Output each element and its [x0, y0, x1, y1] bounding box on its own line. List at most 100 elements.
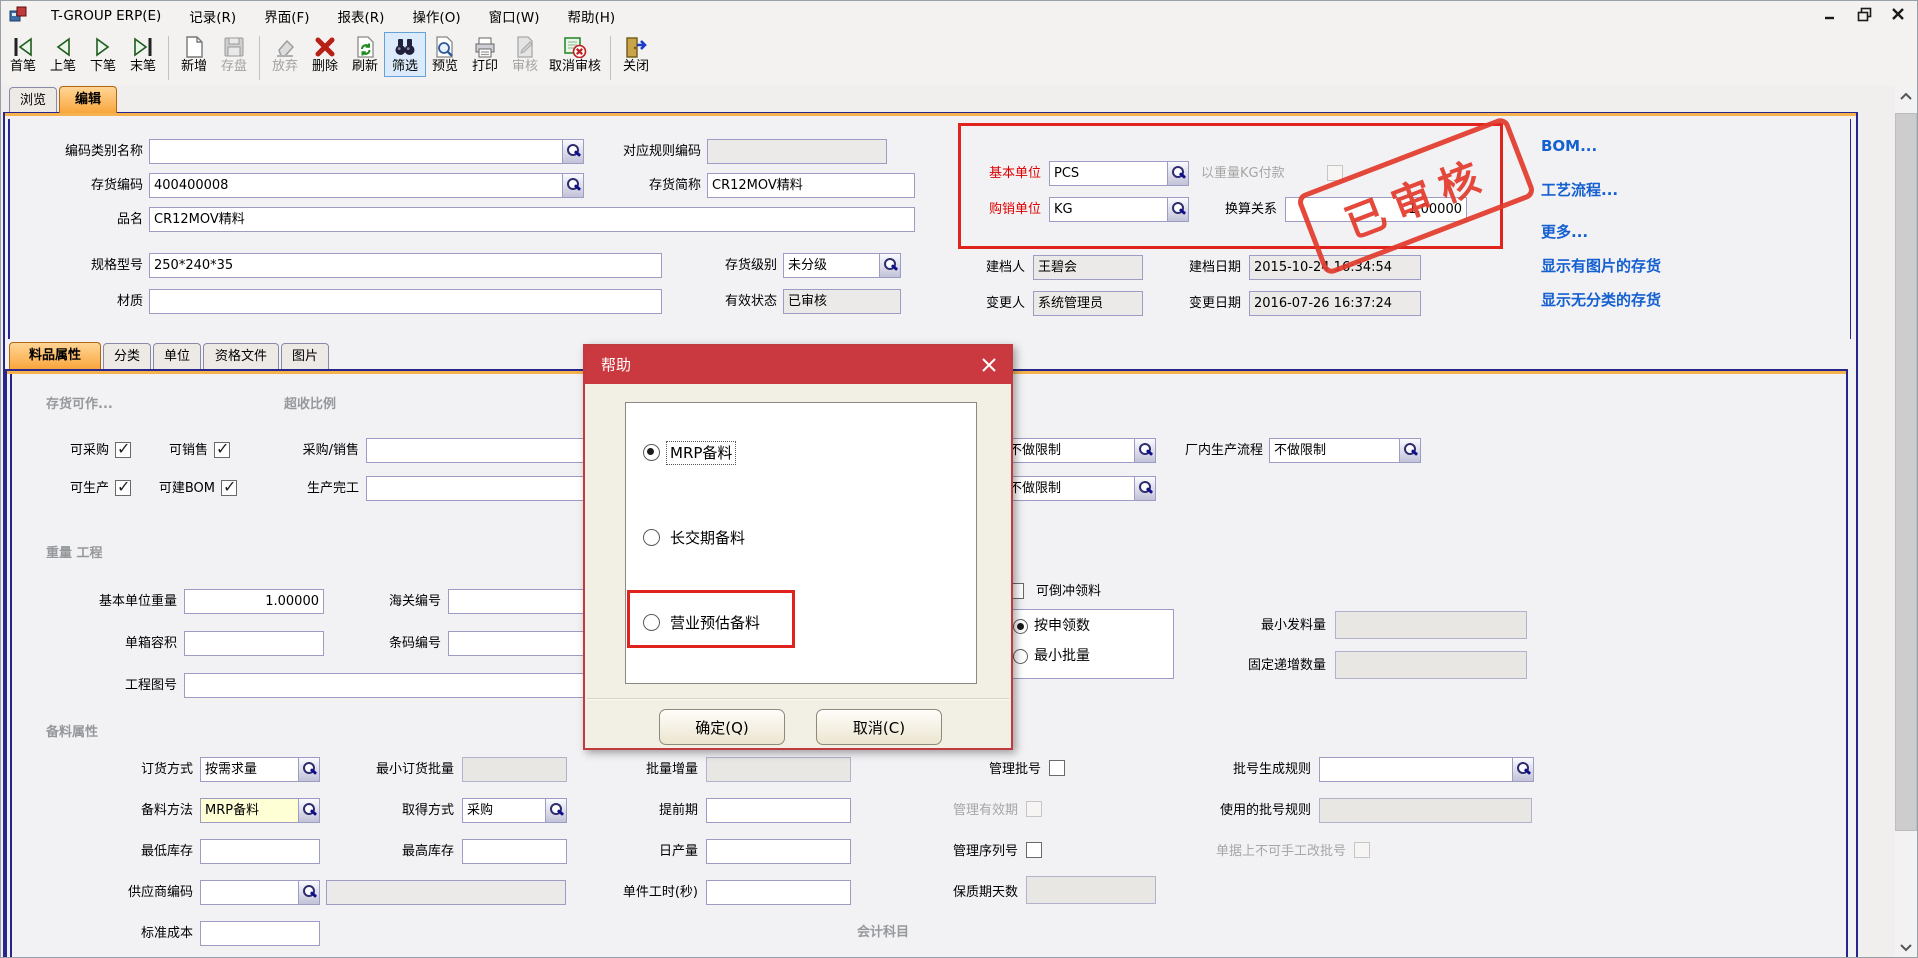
purchase-sale-ratio-field[interactable] — [366, 438, 586, 463]
mrp-prep-label[interactable]: MRP备料 — [667, 442, 735, 464]
prev-record-button[interactable]: 上笔 — [43, 33, 83, 76]
tab-qualification[interactable]: 资格文件 — [203, 343, 279, 370]
inv-level-field[interactable]: 未分级 — [783, 253, 901, 278]
lookup-icon[interactable] — [298, 881, 319, 904]
lead-time-field[interactable] — [706, 798, 851, 823]
lookup-icon[interactable] — [1399, 439, 1420, 462]
base-unit-field[interactable]: PCS — [1049, 161, 1189, 186]
buy-unit-field[interactable]: KG — [1049, 197, 1189, 222]
scrollbar-thumb[interactable] — [1895, 113, 1917, 831]
daily-output-field[interactable] — [706, 839, 851, 864]
close-form-button[interactable]: 关闭 — [616, 33, 656, 76]
close-window-icon[interactable] — [1885, 3, 1911, 25]
by-apply-qty-radio[interactable] — [1013, 619, 1028, 634]
can-sale-checkbox[interactable] — [214, 442, 230, 458]
tab-item-attributes[interactable]: 料品属性 — [9, 342, 101, 369]
cancel-button[interactable]: 取消(C) — [816, 709, 942, 745]
barcode-field[interactable] — [448, 631, 588, 656]
menu-item-window[interactable]: 窗口(W) — [475, 2, 554, 30]
can-purchase-checkbox[interactable] — [115, 442, 131, 458]
box-volume-field[interactable] — [184, 631, 324, 656]
base-weight-field[interactable]: 1.00000 — [184, 589, 324, 614]
print-button[interactable]: 打印 — [465, 33, 505, 76]
limit-field-2[interactable]: 不做限制 — [1004, 476, 1156, 501]
preview-icon — [433, 35, 457, 59]
factory-flow-field[interactable]: 不做限制 — [1269, 438, 1421, 463]
lookup-icon[interactable] — [298, 799, 319, 822]
batch-rule-field[interactable] — [1319, 757, 1534, 782]
minimize-icon[interactable] — [1817, 3, 1843, 25]
menu-app-title[interactable]: T-GROUP ERP(E) — [37, 4, 175, 28]
lookup-icon[interactable] — [1167, 162, 1188, 185]
menu-item-help[interactable]: 帮助(H) — [554, 2, 630, 30]
lookup-icon[interactable] — [879, 254, 900, 277]
refresh-button[interactable]: 刷新 — [345, 33, 385, 76]
first-record-button[interactable]: 首笔 — [3, 33, 43, 76]
filter-button[interactable]: 筛选 — [385, 33, 425, 76]
tab-image[interactable]: 图片 — [281, 343, 329, 370]
lookup-icon[interactable] — [1167, 198, 1188, 221]
manage-batch-checkbox[interactable] — [1049, 760, 1065, 776]
show-with-image-link[interactable]: 显示有图片的存货 — [1541, 255, 1661, 276]
craft-flow-link[interactable]: 工艺流程... — [1541, 179, 1618, 200]
menu-item-operation[interactable]: 操作(O) — [398, 2, 474, 30]
cancel-audit-button[interactable]: 取消审核 — [545, 33, 605, 76]
dialog-close-icon[interactable] — [977, 354, 1001, 376]
menu-item-report[interactable]: 报表(R) — [324, 2, 399, 30]
delete-button[interactable]: 删除 — [305, 33, 345, 76]
code-category-field[interactable] — [149, 139, 584, 164]
lookup-icon[interactable] — [562, 174, 583, 197]
drawing-no-field[interactable] — [184, 673, 584, 698]
menu-item-interface[interactable]: 界面(F) — [250, 2, 323, 30]
customs-code-field[interactable] — [448, 589, 588, 614]
can-produce-checkbox[interactable] — [115, 480, 131, 496]
next-record-button[interactable]: 下笔 — [83, 33, 123, 76]
scroll-up-icon[interactable] — [1895, 85, 1917, 107]
bom-link[interactable]: BOM... — [1541, 137, 1597, 155]
inv-abbr-field[interactable]: CR12MOV精料 — [707, 173, 915, 198]
tab-classification[interactable]: 分类 — [103, 343, 151, 370]
unit-time-field[interactable] — [706, 880, 851, 905]
preview-button[interactable]: 预览 — [425, 33, 465, 76]
tab-unit[interactable]: 单位 — [153, 343, 201, 370]
abandon-button[interactable]: 放弃 — [265, 33, 305, 76]
more-link[interactable]: 更多... — [1541, 221, 1588, 242]
material-field[interactable] — [149, 289, 662, 314]
lookup-icon[interactable] — [1134, 477, 1155, 500]
inv-code-field[interactable]: 400400008 — [149, 173, 584, 198]
last-record-button[interactable]: 末笔 — [123, 33, 163, 76]
menu-item-record[interactable]: 记录(R) — [175, 2, 250, 30]
show-unclassified-link[interactable]: 显示无分类的存货 — [1541, 289, 1661, 310]
max-stock-field[interactable] — [462, 839, 567, 864]
scroll-down-icon[interactable] — [1895, 937, 1917, 958]
supplier-code-field[interactable] — [200, 880, 320, 905]
lookup-icon[interactable] — [545, 799, 566, 822]
audit-button[interactable]: 审核 — [505, 33, 545, 76]
name-field[interactable]: CR12MOV精料 — [149, 207, 915, 232]
save-button[interactable]: 存盘 — [214, 33, 254, 76]
mrp-prep-radio[interactable] — [643, 444, 660, 461]
long-lead-prep-label[interactable]: 长交期备料 — [667, 527, 748, 549]
manage-serial-checkbox[interactable] — [1026, 842, 1042, 858]
restore-icon[interactable] — [1851, 3, 1877, 25]
can-bom-checkbox[interactable] — [221, 480, 237, 496]
lookup-icon[interactable] — [562, 140, 583, 163]
new-button[interactable]: 新增 — [174, 33, 214, 76]
tab-edit[interactable]: 编辑 — [59, 86, 117, 113]
min-batch-radio[interactable] — [1013, 649, 1028, 664]
min-stock-field[interactable] — [200, 839, 320, 864]
order-mode-field[interactable]: 按需求量 — [200, 757, 320, 782]
acquire-mode-field[interactable]: 采购 — [462, 798, 567, 823]
lookup-icon[interactable] — [298, 758, 319, 781]
tab-browse[interactable]: 浏览 — [9, 87, 57, 114]
limit-field-1[interactable]: 不做限制 — [1004, 438, 1156, 463]
std-cost-field[interactable] — [200, 921, 320, 946]
lookup-icon[interactable] — [1134, 439, 1155, 462]
prep-method-field[interactable]: MRP备料 — [200, 798, 320, 823]
ok-button[interactable]: 确定(Q) — [659, 709, 785, 745]
rule-code-field[interactable] — [707, 139, 887, 164]
production-finish-field[interactable] — [366, 476, 586, 501]
long-lead-prep-radio[interactable] — [643, 529, 660, 546]
spec-field[interactable]: 250*240*35 — [149, 253, 662, 278]
lookup-icon[interactable] — [1512, 758, 1533, 781]
